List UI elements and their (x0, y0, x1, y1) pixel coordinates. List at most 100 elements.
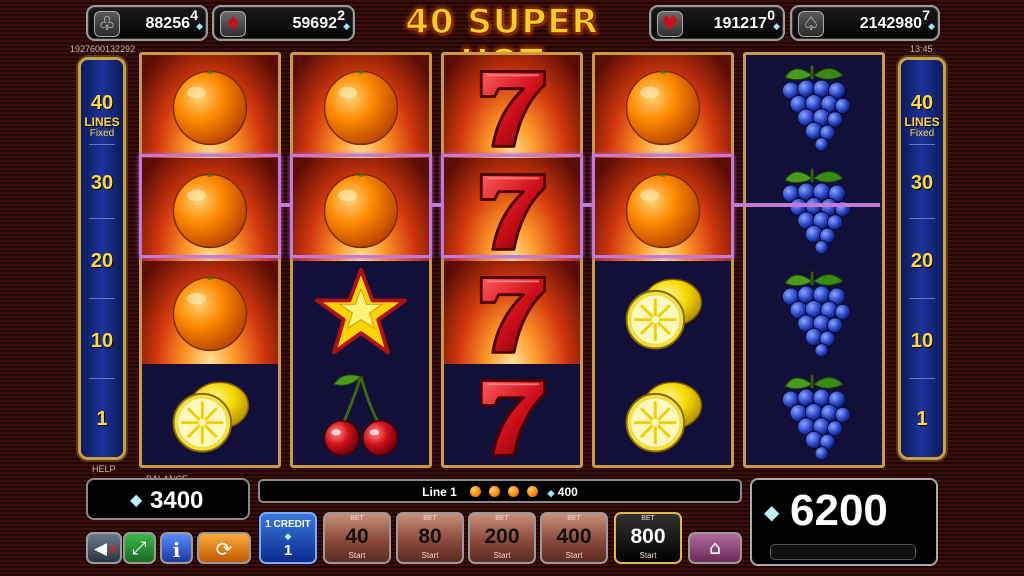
info-icon: i (172, 538, 181, 562)
lemon-icon (172, 380, 250, 453)
grape-icon (780, 167, 852, 256)
line-marker-10: 10 (90, 330, 114, 352)
lines-mode: Fixed (909, 128, 935, 139)
help-label[interactable]: HELP (92, 464, 116, 474)
grape-icon (780, 64, 852, 153)
seven-icon (479, 70, 547, 148)
jackpot-diamond-value: 59692 (292, 15, 338, 32)
lemon-icon (625, 380, 703, 453)
seven-icon (479, 379, 547, 457)
diamond-small-icon: ◆ (773, 21, 780, 31)
win-highlight (290, 154, 432, 258)
credit-label: 1 CREDIT (265, 519, 311, 530)
line-marker-1: 1 (96, 408, 108, 430)
line-marker-10: 10 (910, 330, 934, 352)
reel-cell (595, 55, 731, 158)
autoplay-icon: ⟳ (215, 537, 233, 561)
balance-value: 3400 (150, 487, 204, 514)
win-info-bar: Line 1 ◆ 400 (258, 479, 742, 503)
grape-icon (780, 373, 852, 462)
home-icon: ⌂ (708, 537, 722, 559)
speaker-muted-icon: ◀✕ (94, 539, 119, 559)
bet-label: BET (495, 515, 509, 522)
orange-icon (527, 486, 539, 497)
diamond-icon: ◆ (764, 502, 780, 524)
bet-button-80[interactable]: BET 80 Start (396, 512, 464, 564)
line-marker-30: 30 (910, 172, 934, 194)
win-line-label: Line 1 (422, 485, 457, 499)
reel-cell (746, 364, 882, 465)
bet-button-400[interactable]: BET 400 Start (540, 512, 608, 564)
bet-label: BET (423, 515, 437, 522)
reel-2 (290, 52, 432, 468)
win-highlight (139, 154, 281, 258)
lines-panel-right: 40 LINES Fixed 30 20 10 1 (898, 57, 946, 460)
win-meter (770, 544, 916, 560)
star-icon (314, 267, 408, 355)
credit-button[interactable]: 1 CREDIT ◆ 1 (259, 512, 317, 564)
win-highlight (592, 154, 734, 258)
reel-cell (142, 55, 278, 158)
jackpot-spade-value: 2142980 (859, 15, 922, 32)
reel-5 (743, 52, 885, 468)
bet-label: BET (350, 515, 364, 522)
fullscreen-button[interactable]: ⤢ (123, 532, 156, 564)
reel-cell (595, 364, 731, 465)
bet-value: 80 (418, 525, 442, 548)
win-line (281, 203, 290, 207)
reel-cell (746, 158, 882, 261)
reel-cell (444, 364, 580, 465)
orange-icon (172, 70, 248, 146)
orange-icon (323, 70, 399, 146)
win-line (583, 203, 592, 207)
lines-count: 40 (90, 92, 114, 114)
bet-button-40[interactable]: BET 40 Start (323, 512, 391, 564)
autoplay-button[interactable]: ⟳ (197, 532, 251, 564)
win-amount: 400 (557, 485, 578, 499)
diamond-icon: ♦ (220, 11, 246, 37)
bet-value: 400 (556, 525, 592, 548)
jackpot-heart: ♥ 191217 0 ◆ (649, 5, 785, 41)
reel-cell (293, 364, 429, 465)
game-id: 1927600132292 (70, 44, 136, 54)
bet-button-200[interactable]: BET 200 Start (468, 512, 536, 564)
total-win-box: ◆ 6200 (750, 478, 938, 566)
bet-label: BET (641, 515, 655, 522)
balance-box: ◆ 3400 (86, 478, 250, 520)
win-line (734, 203, 880, 207)
bet-label: BET (567, 515, 581, 522)
grape-icon (780, 270, 852, 359)
jackpot-diamond: ♦ 59692 2 ◆ (212, 5, 355, 41)
line-marker-1: 1 (916, 408, 928, 430)
line-marker-20: 20 (90, 250, 114, 272)
lines-panel-left: 40 LINES Fixed 30 20 10 1 (78, 57, 126, 460)
bet-start-label: Start (565, 551, 583, 560)
spade-icon: ♤ (798, 11, 824, 37)
reel-cell (746, 55, 882, 158)
info-button[interactable]: i (160, 532, 193, 564)
heart-icon: ♥ (657, 11, 683, 37)
reel-1 (139, 52, 281, 468)
sound-toggle-button[interactable]: ◀✕ (86, 532, 122, 564)
total-win-value: 6200 (790, 486, 888, 535)
diamond-small-icon: ◆ (928, 21, 935, 31)
diamond-icon: ◆ (284, 531, 292, 541)
jackpot-club: ♧ 88256 4 ◆ (86, 5, 208, 41)
bet-value: 40 (345, 525, 369, 548)
bet-button-800[interactable]: BET 800 Start (614, 512, 682, 564)
home-button[interactable]: ⌂ (688, 532, 742, 564)
bet-start-label: Start (493, 551, 511, 560)
jackpot-heart-value: 191217 (713, 15, 767, 32)
lines-label: LINES (84, 115, 120, 129)
orange-icon (625, 70, 701, 146)
jackpot-club-value: 88256 (145, 15, 191, 32)
fullscreen-icon: ⤢ (132, 538, 147, 559)
bet-start-label: Start (639, 551, 657, 560)
reel-3 (441, 52, 583, 468)
orange-icon (470, 486, 482, 497)
bet-value: 200 (484, 525, 520, 548)
orange-icon (489, 486, 501, 497)
reel-cell (595, 261, 731, 364)
lines-label: LINES (904, 115, 940, 129)
jackpot-spade: ♤ 2142980 7 ◆ (790, 5, 940, 41)
